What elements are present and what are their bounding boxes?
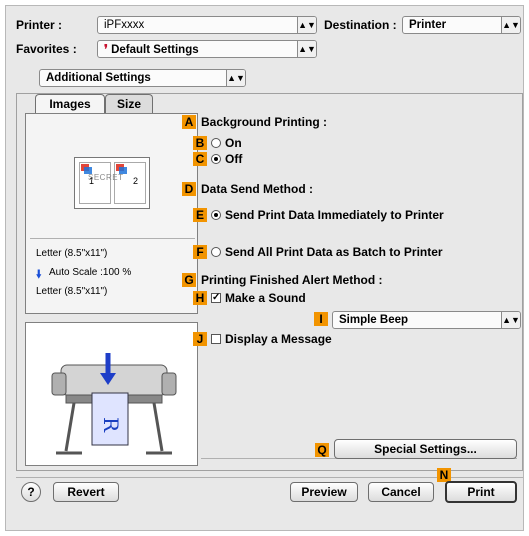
special-settings-button[interactable]: Special Settings... — [334, 439, 517, 459]
printer-value: iPFxxxx — [104, 19, 145, 31]
marker-g: G — [182, 273, 196, 287]
marker-i: I — [314, 312, 328, 326]
popup-arrows-icon: ▲▼ — [501, 17, 520, 33]
favorites-value: Default Settings — [111, 44, 199, 56]
favorites-label: Favorites : — [16, 42, 77, 56]
destination-popup[interactable]: Printer ▲▼ — [402, 16, 521, 34]
background-off-label: Off — [225, 152, 243, 166]
marker-c: C — [193, 152, 207, 166]
popup-arrows-icon: ▲▼ — [226, 70, 245, 86]
marker-e: E — [193, 208, 207, 222]
background-off-radio[interactable] — [211, 154, 221, 164]
revert-button[interactable]: Revert — [53, 482, 119, 502]
favorites-popup[interactable]: ❜ Default Settings ▲▼ — [97, 40, 317, 58]
send-immediately-radio[interactable] — [211, 210, 221, 220]
print-dialog: Printer : iPFxxxx ▲▼ Destination : Print… — [5, 5, 524, 531]
background-on-label: On — [225, 136, 242, 150]
preview-label: Preview — [301, 485, 347, 499]
marker-a: A — [182, 115, 196, 129]
marker-f: F — [193, 245, 207, 259]
watermark-text: SECRET — [88, 173, 124, 182]
help-icon: ? — [27, 485, 35, 499]
page-left: 1 — [79, 162, 111, 204]
data-send-title: Data Send Method : — [201, 182, 314, 196]
printer-illustration: R — [25, 322, 198, 466]
special-settings-label: Special Settings... — [374, 442, 477, 456]
send-immediately-label: Send Print Data Immediately to Printer — [225, 208, 444, 222]
scale-text: Auto Scale :100 % — [49, 267, 132, 278]
output-size-text: Letter (8.5"x11") — [36, 248, 108, 259]
display-message-checkbox[interactable] — [211, 334, 221, 344]
marker-q: Q — [315, 443, 329, 457]
make-sound-label: Make a Sound — [225, 291, 306, 305]
layout-preview: 1 2 SECRET Letter (8.5"x11") 🠛 Auto Scal… — [25, 113, 198, 314]
svg-text:R: R — [99, 417, 123, 433]
marker-b: B — [193, 136, 207, 150]
printer-label: Printer : — [16, 18, 63, 32]
preview-divider — [30, 238, 195, 239]
tab-size[interactable]: Size — [105, 94, 153, 114]
panel-popup[interactable]: Additional Settings ▲▼ — [39, 69, 246, 87]
printer-image: R — [51, 353, 177, 455]
marker-d: D — [182, 182, 196, 196]
tab-images-label: Images — [49, 97, 91, 111]
make-sound-checkbox[interactable]: ✓ — [211, 293, 221, 303]
page-right: 2 — [114, 162, 146, 204]
sound-popup[interactable]: Simple Beep ▲▼ — [332, 311, 521, 329]
cancel-button[interactable]: Cancel — [368, 482, 434, 502]
popup-arrows-icon: ▲▼ — [501, 312, 520, 328]
display-message-label: Display a Message — [225, 332, 332, 346]
destination-label: Destination : — [324, 18, 397, 32]
tab-images[interactable]: Images — [35, 94, 105, 114]
favorites-pen-icon: ❜ — [104, 42, 108, 56]
print-button[interactable]: Print — [445, 481, 517, 503]
cancel-label: Cancel — [381, 485, 421, 499]
scale-arrow-icon: 🠛 — [36, 269, 42, 281]
send-batch-radio[interactable] — [211, 247, 221, 257]
destination-value: Printer — [409, 19, 447, 31]
sound-value: Simple Beep — [339, 314, 409, 326]
help-button[interactable]: ? — [21, 482, 41, 502]
page-right-number: 2 — [133, 176, 139, 186]
print-label: Print — [467, 485, 495, 499]
alert-title: Printing Finished Alert Method : — [201, 273, 383, 287]
tab-size-label: Size — [116, 97, 141, 111]
marker-n: N — [437, 468, 451, 482]
printer-popup[interactable]: iPFxxxx ▲▼ — [97, 16, 317, 34]
paper-size-text: Letter (8.5"x11") — [36, 286, 108, 297]
background-printing-title: Background Printing : — [201, 115, 327, 129]
background-on-radio[interactable] — [211, 138, 221, 148]
preview-button[interactable]: Preview — [290, 482, 358, 502]
marker-j: J — [193, 332, 207, 346]
revert-label: Revert — [67, 485, 105, 499]
marker-h: H — [193, 291, 207, 305]
page-thumbnail: 1 2 SECRET — [74, 157, 150, 209]
popup-arrows-icon: ▲▼ — [297, 41, 316, 57]
popup-arrows-icon: ▲▼ — [297, 17, 316, 33]
panel-value: Additional Settings — [46, 72, 151, 84]
send-batch-label: Send All Print Data as Batch to Printer — [225, 245, 443, 259]
